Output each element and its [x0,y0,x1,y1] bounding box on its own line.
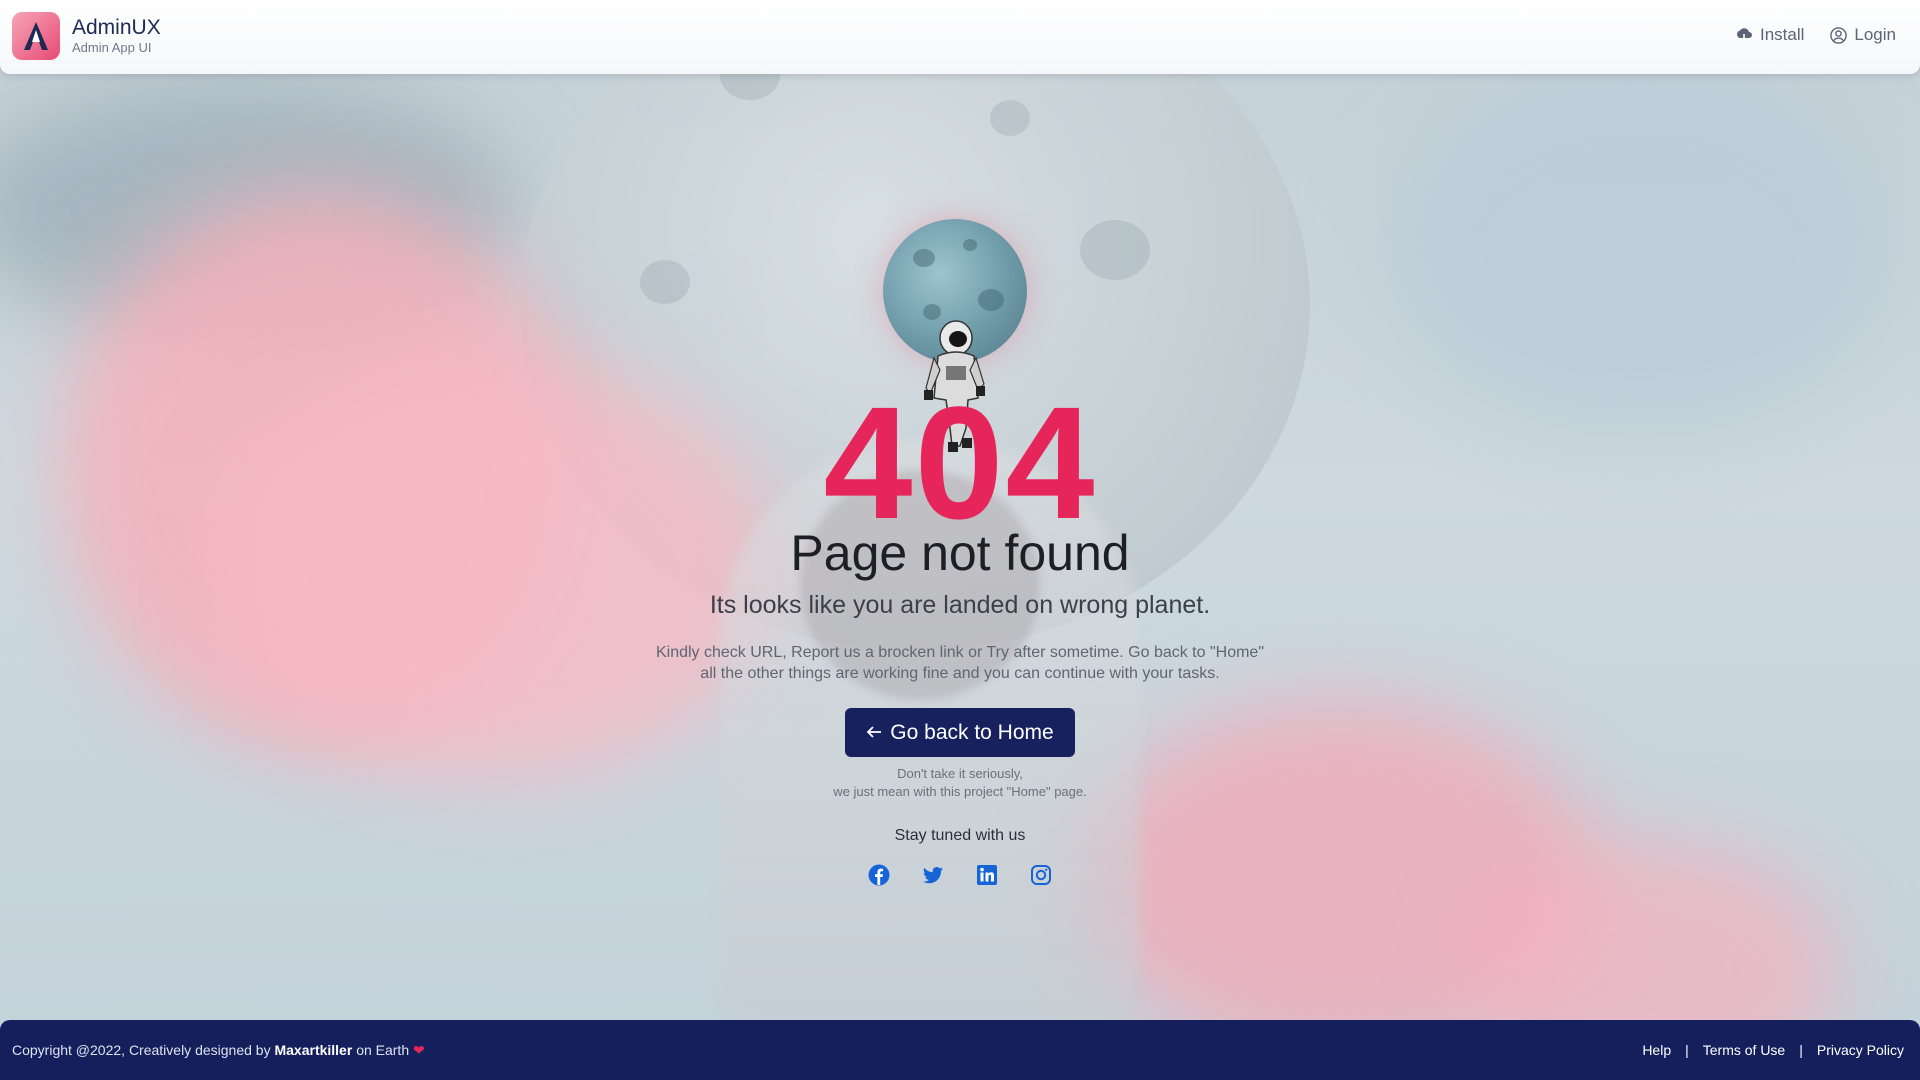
linkedin-icon[interactable] [976,864,998,886]
brand-subtitle: Admin App UI [72,40,152,55]
terms-of-use-link[interactable]: Terms of Use [1703,1042,1785,1058]
twitter-icon[interactable] [922,864,944,886]
divider: | [1799,1042,1803,1058]
adminux-logo-icon [12,12,60,60]
facebook-icon[interactable] [868,864,890,886]
privacy-policy-link[interactable]: Privacy Policy [1817,1042,1904,1058]
help-link[interactable]: Help [1642,1042,1671,1058]
login-button[interactable]: Login [1830,25,1896,45]
heart-icon: ❤ [413,1042,425,1058]
page-subtitle: Its looks like you are landed on wrong p… [709,591,1211,619]
arrow-left-icon [866,721,882,745]
go-back-home-button[interactable]: Go back to Home [845,708,1075,757]
install-label: Install [1759,25,1805,44]
login-label: Login [1854,25,1896,44]
page-title: Page not found [790,525,1130,581]
install-button[interactable]: Install [1735,25,1804,45]
copyright: Copyright @2022, Creatively designed by … [12,1042,425,1059]
brand[interactable]: AdminUX Admin App UI [12,12,161,60]
stay-tuned-label: Stay tuned with us [894,827,1026,844]
note-line-1: Don't take it seriously, [897,766,1023,781]
copyright-text: Copyright @2022, Creatively designed by [12,1042,271,1058]
divider: | [1685,1042,1689,1058]
cloud-download-icon [1735,27,1753,43]
disclaimer-note: Don't take it seriously, we just mean wi… [0,765,1920,801]
page-footer: Copyright @2022, Creatively designed by … [0,1020,1920,1080]
top-header: AdminUX Admin App UI Install Login [0,0,1920,74]
note-line-2: we just mean with this project "Home" pa… [833,784,1087,799]
header-nav: Install Login [1735,25,1896,45]
error-description: Kindly check URL, Report us a brocken li… [655,644,1265,682]
social-links [0,864,1920,886]
copyright-suffix: on Earth [356,1042,410,1058]
brand-title: AdminUX [72,16,161,39]
designer-link[interactable]: Maxartkiller [274,1042,352,1058]
footer-links: Help | Terms of Use | Privacy Policy [1642,1042,1904,1058]
user-circle-icon [1830,26,1848,44]
instagram-icon[interactable] [1030,864,1052,886]
go-back-home-label: Go back to Home [890,720,1054,744]
